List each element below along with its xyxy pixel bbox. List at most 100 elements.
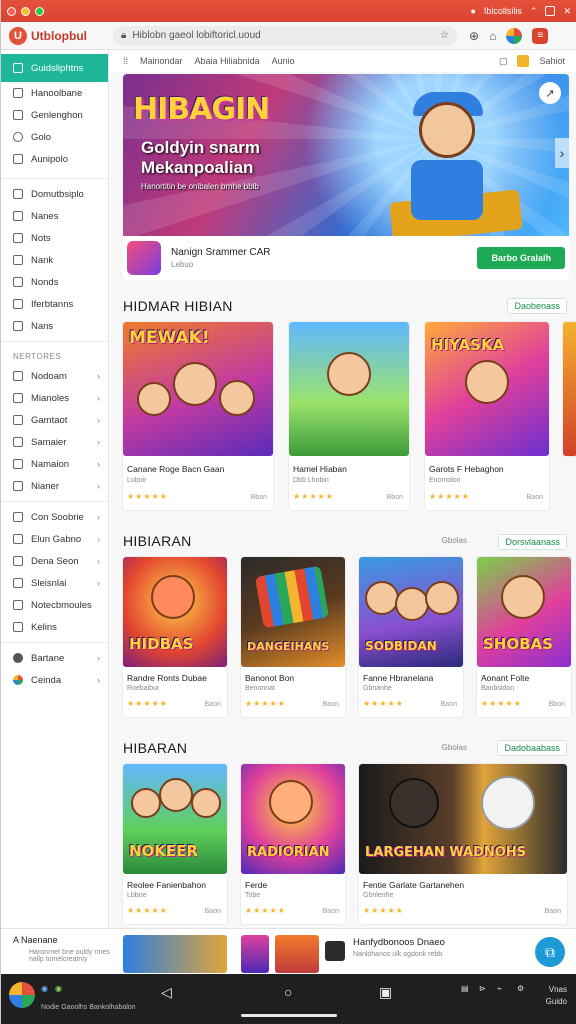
- bottom-thumbnail[interactable]: [275, 935, 319, 973]
- menu-icon[interactable]: ≡: [532, 27, 549, 44]
- game-card[interactable]: DANGEIHANS Banonot Bon Benonnat ★★★★★ Ba…: [241, 557, 345, 717]
- close-tab-icon[interactable]: ✕: [563, 6, 571, 17]
- category-icon: [13, 277, 23, 287]
- sidebar-item[interactable]: Con Soobrie ›: [1, 506, 108, 528]
- cast-icon[interactable]: ⊳: [479, 984, 486, 993]
- sidebar-item[interactable]: Nodoam ›: [1, 365, 108, 387]
- sidebar-item[interactable]: Mianoles ›: [1, 387, 108, 409]
- sidebar-item[interactable]: Dena Seon ›: [1, 550, 108, 572]
- sidebar-item[interactable]: Elun Gabno ›: [1, 528, 108, 550]
- game-developer: Lbboe: [127, 892, 147, 899]
- app-shortcut-icon[interactable]: ◉: [41, 984, 48, 993]
- bottom-app-icon[interactable]: [325, 941, 345, 961]
- game-card[interactable]: Hamel Hiaban Dbb Lhobin ★★★★★ Bbon: [289, 322, 409, 510]
- app-logo[interactable]: U Utblopbul: [1, 26, 113, 45]
- sidebar-item[interactable]: Nots: [1, 227, 108, 249]
- sidebar-item[interactable]: Hanoolbane: [1, 82, 108, 104]
- settings-icon[interactable]: ⚙: [517, 984, 524, 993]
- game-card[interactable]: SODBIDAN Fanne Hbranelana Gbnanhe ★★★★★ …: [359, 557, 463, 717]
- record-icon[interactable]: ●: [470, 6, 475, 16]
- subnav-item[interactable]: Aunio: [272, 56, 295, 66]
- wallet-icon[interactable]: [517, 55, 530, 67]
- sidebar-item[interactable]: Sleisnlai ›: [1, 572, 108, 594]
- expand-icon[interactable]: ↗: [539, 82, 561, 104]
- subnav-item[interactable]: Mainondar: [140, 56, 183, 66]
- sidebar-item[interactable]: Nonds: [1, 271, 108, 293]
- install-button[interactable]: Barbo Gralaih: [477, 247, 565, 269]
- sidebar-item[interactable]: Iferbtanns: [1, 293, 108, 315]
- battery-icon[interactable]: [545, 6, 556, 16]
- picture-in-picture-icon[interactable]: ⧉: [535, 937, 565, 967]
- game-thumbnail: LARGEHAN WADNOHS: [359, 764, 567, 874]
- see-all-button[interactable]: Daobenass: [507, 298, 567, 314]
- game-card[interactable]: HIYASKA Garots F Hebaghon Enomolon ★★★★★…: [425, 322, 549, 510]
- sidebar-item[interactable]: Bartane ›: [1, 647, 108, 669]
- subnav-item[interactable]: Abaia Hiliabnida: [195, 56, 260, 66]
- sidebar-item-label: Notecbmoules: [31, 599, 92, 611]
- see-all-button[interactable]: Dadobaabass: [497, 740, 567, 756]
- game-card[interactable]: SHOBAS Aonant Folte Banbsidon ★★★★★ Bbon: [477, 557, 571, 717]
- gesture-pill[interactable]: [241, 1014, 337, 1017]
- game-card[interactable]: RADIORIAN Ferde Tobe ★★★★★ Baon: [241, 764, 345, 924]
- see-all-button[interactable]: Dorsvlaanass: [498, 534, 567, 550]
- sidebar-item[interactable]: Golo: [1, 126, 108, 148]
- sidebar-item[interactable]: Nans: [1, 315, 108, 337]
- sidebar-item[interactable]: Gamtaot ›: [1, 409, 108, 431]
- back-button[interactable]: ◁: [161, 984, 172, 1001]
- genre-icon: [13, 481, 23, 491]
- next-slide-button[interactable]: ›: [555, 138, 569, 168]
- sidebar-item[interactable]: Notecbmoules: [1, 594, 108, 616]
- game-card-peek[interactable]: [563, 322, 576, 456]
- chrome-profile-icon[interactable]: [506, 27, 523, 44]
- featured-app-name[interactable]: Nanign Srammer CAR: [171, 247, 270, 258]
- minimize-window-button[interactable]: [21, 6, 30, 16]
- sidebar-item[interactable]: Samaier ›: [1, 431, 108, 453]
- launcher-icon[interactable]: [9, 982, 35, 1008]
- window-icon[interactable]: ▢: [499, 56, 508, 67]
- profile-label[interactable]: Sahiot: [539, 56, 565, 66]
- url-field[interactable]: 🔒︎ Hiblobn gaeol lobiftoricl.uoud ☆: [113, 25, 457, 46]
- bottom-title[interactable]: Hanfydbonoos Dnaeo: [353, 937, 445, 948]
- game-thumbnail: HIDBAS: [123, 557, 227, 667]
- game-card[interactable]: NOKEER Reolee Fanienbahon Lbboe ★★★★★ Ba…: [123, 764, 227, 924]
- sidebar-item-active[interactable]: Guidsliphtns: [1, 54, 108, 82]
- genre-icon: [13, 371, 23, 381]
- home-button[interactable]: ○: [284, 984, 292, 1000]
- sidebar-item[interactable]: Kelins: [1, 616, 108, 638]
- sidebar-item[interactable]: Aunipolo: [1, 148, 108, 170]
- sidebar-item[interactable]: Namaion ›: [1, 453, 108, 475]
- maximize-window-button[interactable]: [35, 6, 44, 16]
- bottom-thumbnail[interactable]: [241, 935, 269, 973]
- featured-banner[interactable]: HIBAGIN Goldyin snarm Mekanpoalian Hanor…: [123, 74, 569, 236]
- pin-icon[interactable]: ⊕: [469, 29, 479, 43]
- featured-app-icon[interactable]: [127, 241, 161, 275]
- wifi-icon[interactable]: ⌁: [497, 984, 502, 993]
- sidebar-item[interactable]: Genlenghon: [1, 104, 108, 126]
- sidebar-item[interactable]: Nianer ›: [1, 475, 108, 497]
- bottom-thumbnail[interactable]: [123, 935, 227, 973]
- home-icon[interactable]: ⌂: [489, 29, 496, 43]
- sidebar-item[interactable]: Ceinda ›: [1, 669, 108, 691]
- game-card[interactable]: HIDBAS Randre Ronts Dubae Roebaibur ★★★★…: [123, 557, 227, 717]
- game-card[interactable]: LARGEHAN WADNOHS Fentie Garlate Gartaneh…: [359, 764, 567, 924]
- character-face: [365, 581, 399, 615]
- sidebar-item[interactable]: Nank: [1, 249, 108, 271]
- thumbnail-word: SODBIDAN: [365, 639, 437, 653]
- bottom-label[interactable]: A Naenane: [13, 935, 58, 945]
- game-title: Fentie Garlate Gartanehen: [363, 880, 465, 890]
- recents-button[interactable]: ▣: [379, 984, 392, 1001]
- close-window-button[interactable]: [7, 6, 16, 16]
- sidebar-item[interactable]: Domutbsiplo: [1, 183, 108, 205]
- grid-icon[interactable]: ⁞⁞: [123, 56, 128, 66]
- game-title: Banonot Bon: [245, 673, 295, 683]
- star-bookmark-icon[interactable]: ☆: [440, 30, 449, 41]
- notification-icon[interactable]: ▤: [461, 984, 469, 993]
- game-developer: Dbb Lhobin: [293, 477, 329, 484]
- app-shortcut-icon[interactable]: ◉: [55, 984, 62, 993]
- game-card[interactable]: MEWAK! Canane Roge Bacn Gaan Loboir ★★★★…: [123, 322, 273, 510]
- category-icon: [13, 189, 23, 199]
- title-bar-tray: ● Iblcollsilis ⌃ ✕: [470, 6, 571, 17]
- wifi-icon[interactable]: ⌃: [530, 6, 538, 17]
- sidebar-item[interactable]: Nanes: [1, 205, 108, 227]
- sidebar-item-label: Nots: [31, 232, 51, 244]
